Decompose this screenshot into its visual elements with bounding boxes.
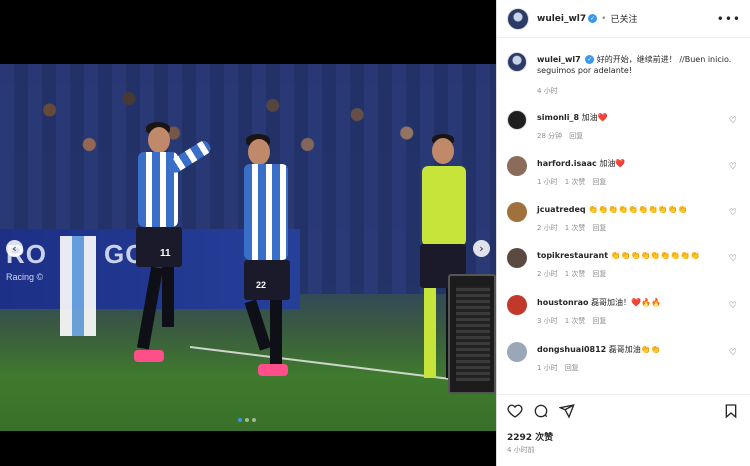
- comment-like-heart-icon[interactable]: ♡: [729, 208, 737, 218]
- post-caption: wulei_wl7 ✓ 好的开始，继续前进！ //Buen inicio. se…: [507, 52, 743, 96]
- post-time: 4 小时前: [507, 446, 535, 454]
- comment-time: 2 小时: [537, 224, 558, 232]
- commenter-avatar[interactable]: [507, 202, 527, 222]
- follow-status-button[interactable]: 已关注: [610, 12, 637, 25]
- ad-board-subtext: Racing ©: [6, 272, 44, 282]
- comment-item: harford.isaac 加油❤️ 1 小时 1 次赞 回复 ♡: [507, 156, 743, 190]
- comment-like-count[interactable]: 1 次赞: [565, 177, 586, 187]
- commenter-avatar[interactable]: [507, 248, 527, 268]
- comment-time: 1 小时: [537, 178, 558, 186]
- likes-count[interactable]: 2292 次赞: [507, 430, 553, 443]
- comment-reply-button[interactable]: 回复: [592, 269, 606, 279]
- comment-icon[interactable]: [533, 403, 549, 419]
- comment-time: 2 小时: [537, 270, 558, 278]
- comment-like-heart-icon[interactable]: ♡: [729, 301, 737, 311]
- comment-like-heart-icon[interactable]: ♡: [729, 116, 737, 126]
- post-actions-footer: 2292 次赞 4 小时前: [497, 394, 750, 466]
- player-right: 22: [218, 134, 308, 399]
- comment-reply-button[interactable]: 回复: [592, 223, 606, 233]
- comment-username[interactable]: harford.isaac: [537, 159, 597, 168]
- header-separator: •: [601, 13, 607, 24]
- carousel-indicator: [238, 418, 256, 422]
- comment-username[interactable]: topikrestaurant: [537, 251, 608, 260]
- comment-like-heart-icon[interactable]: ♡: [729, 254, 737, 264]
- action-bar: [507, 403, 575, 419]
- flag: [60, 236, 96, 336]
- comment-time: 28 分钟: [537, 132, 563, 140]
- author-username[interactable]: wulei_wl7: [537, 14, 586, 24]
- comment-item: jcuatredeq 👏👏👏👏👏👏👏👏👏👏 2 小时 1 次赞 回复 ♡: [507, 202, 743, 236]
- commenter-avatar[interactable]: [507, 295, 527, 315]
- comment-text: 磊哥加油！❤️🔥🔥: [591, 298, 661, 307]
- share-icon[interactable]: [559, 403, 575, 419]
- like-heart-icon[interactable]: [507, 403, 523, 419]
- comment-item: houstonrao 磊哥加油！❤️🔥🔥 3 小时 1 次赞 回复 ♡: [507, 295, 743, 329]
- carousel-dot: [252, 418, 256, 422]
- comment-text: 加油❤️: [581, 113, 608, 122]
- comment-reply-button[interactable]: 回复: [592, 316, 606, 326]
- comment-username[interactable]: dongshuai0812: [537, 345, 606, 354]
- comment-text: 👏👏👏👏👏👏👏👏👏: [610, 251, 701, 260]
- post-header: wulei_wl7 ✓ • 已关注 •••: [497, 0, 750, 38]
- post-photo: RO Racing © GO 11 22: [0, 64, 496, 431]
- comment-reply-button[interactable]: 回复: [592, 177, 606, 187]
- post-side-panel: wulei_wl7 ✓ • 已关注 ••• wulei_wl7 ✓ 好的开始，继…: [496, 0, 750, 466]
- comment-username[interactable]: jcuatredeq: [537, 205, 586, 214]
- carousel-dot-active: [238, 418, 242, 422]
- player-left: 11: [130, 122, 220, 387]
- comment-text: 磊哥加油👏👏: [608, 345, 661, 354]
- comment-username[interactable]: houstonrao: [537, 298, 589, 307]
- substitution-board: [448, 274, 496, 394]
- caption-avatar[interactable]: [507, 52, 527, 72]
- commenter-avatar[interactable]: [507, 156, 527, 176]
- previous-image-button[interactable]: ‹: [6, 240, 23, 257]
- comment-text: 👏👏👏👏👏👏👏👏👏👏: [588, 205, 688, 214]
- comment-reply-button[interactable]: 回复: [565, 363, 579, 373]
- carousel-dot: [245, 418, 249, 422]
- comment-like-count[interactable]: 1 次赞: [565, 316, 586, 326]
- comment-like-heart-icon[interactable]: ♡: [729, 162, 737, 172]
- commenter-avatar[interactable]: [507, 110, 527, 130]
- more-options-icon[interactable]: •••: [717, 12, 741, 26]
- commenter-avatar[interactable]: [507, 342, 527, 362]
- comment-item: topikrestaurant 👏👏👏👏👏👏👏👏👏 2 小时 1 次赞 回复 ♡: [507, 248, 743, 282]
- comment-text: 加油❤️: [599, 159, 626, 168]
- jersey-number-left: 11: [160, 248, 171, 259]
- comment-username[interactable]: simonli_8: [537, 113, 579, 122]
- author-avatar[interactable]: [507, 7, 529, 30]
- verified-badge-icon: ✓: [588, 14, 598, 23]
- comment-reply-button[interactable]: 回复: [569, 131, 583, 141]
- comment-like-count[interactable]: 1 次赞: [565, 223, 586, 233]
- verified-badge-icon: ✓: [585, 55, 595, 64]
- caption-username[interactable]: wulei_wl7: [537, 55, 581, 64]
- caption-time: 4 小时: [537, 87, 558, 95]
- bookmark-icon[interactable]: [723, 403, 739, 419]
- comment-time: 1 小时: [537, 364, 558, 372]
- comment-item: dongshuai0812 磊哥加油👏👏 1 小时 回复 ♡: [507, 342, 743, 376]
- comment-like-heart-icon[interactable]: ♡: [729, 348, 737, 358]
- comment-time: 3 小时: [537, 317, 558, 325]
- comment-like-count[interactable]: 1 次赞: [565, 269, 586, 279]
- comments-list[interactable]: wulei_wl7 ✓ 好的开始，继续前进！ //Buen inicio. se…: [497, 38, 750, 394]
- instagram-post-viewer: RO Racing © GO 11 22 ‹ › wulei_wl7 ✓ • 已…: [0, 0, 750, 466]
- next-image-button[interactable]: ›: [473, 240, 490, 257]
- media-area: RO Racing © GO 11 22 ‹ ›: [0, 0, 496, 466]
- comment-item: simonli_8 加油❤️ 28 分钟 回复 ♡: [507, 110, 743, 144]
- jersey-number-right: 22: [256, 280, 267, 290]
